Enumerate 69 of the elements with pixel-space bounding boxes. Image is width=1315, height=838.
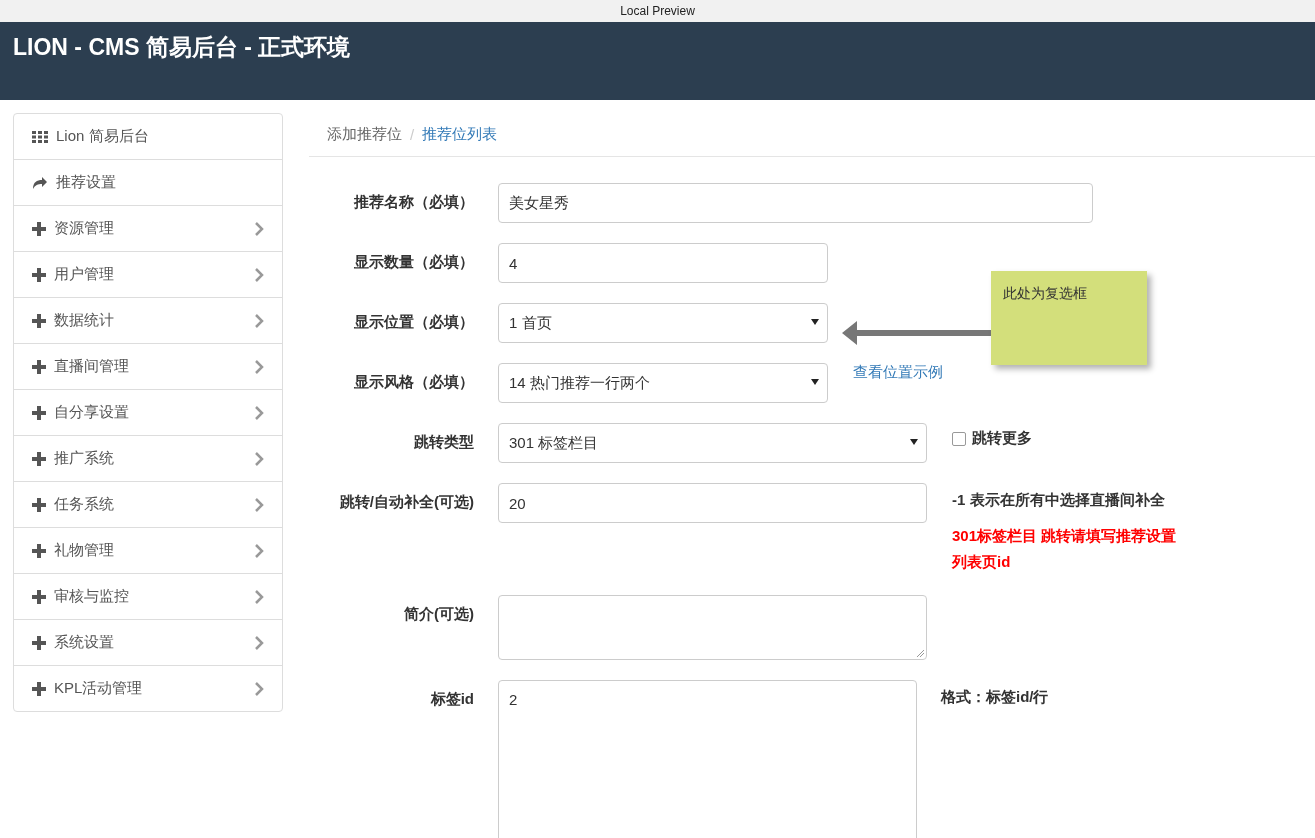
sidebar-item[interactable]: 推荐设置 bbox=[14, 159, 282, 205]
breadcrumb-separator: / bbox=[410, 126, 415, 143]
sidebar-item[interactable]: 任务系统 bbox=[14, 481, 282, 527]
plus-icon bbox=[32, 267, 46, 282]
checkbox-label: 跳转更多 bbox=[972, 429, 1032, 448]
sidebar-item[interactable]: 直播间管理 bbox=[14, 343, 282, 389]
resize-handle-icon bbox=[916, 649, 924, 657]
browser-title: Local Preview bbox=[620, 4, 695, 18]
input-field[interactable]: 4 bbox=[498, 243, 828, 283]
sidebar-item[interactable]: Lion 简易后台 bbox=[14, 114, 282, 159]
field-label: 标签id bbox=[429, 689, 474, 709]
input-field[interactable]: 20 bbox=[498, 483, 927, 523]
chevron-right-icon bbox=[255, 359, 264, 374]
select-field[interactable]: 301 标签栏目 bbox=[498, 423, 927, 463]
chevron-right-icon bbox=[255, 405, 264, 420]
sidebar-item[interactable]: 推广系统 bbox=[14, 435, 282, 481]
field-label: 显示位置（必填） bbox=[353, 312, 474, 332]
sidebar-item[interactable]: 审核与监控 bbox=[14, 573, 282, 619]
checkbox[interactable] bbox=[952, 431, 966, 446]
dropdown-caret-icon bbox=[811, 319, 819, 325]
select-field[interactable]: 1 首页 bbox=[498, 303, 828, 343]
sidebar-item[interactable]: 礼物管理 bbox=[14, 527, 282, 573]
dropdown-caret-icon bbox=[811, 379, 819, 385]
plus-icon bbox=[32, 313, 46, 328]
chevron-right-icon bbox=[255, 635, 264, 650]
chevron-right-icon bbox=[255, 267, 264, 282]
chevron-right-icon bbox=[255, 313, 264, 328]
sidebar-item[interactable]: KPL活动管理 bbox=[14, 665, 282, 711]
warning-text: 301标签栏目 跳转请填写推荐设置列表页id bbox=[952, 526, 1178, 572]
select-field[interactable]: 14 热门推荐一行两个 bbox=[498, 363, 828, 403]
field-label: 推荐名称（必填） bbox=[353, 192, 474, 212]
sidebar-item[interactable]: 系统设置 bbox=[14, 619, 282, 665]
help-text: -1 表示在所有中选择直播间补全 bbox=[952, 490, 1166, 510]
plus-icon bbox=[32, 405, 46, 420]
breadcrumb-link[interactable]: 推荐位列表 bbox=[422, 125, 498, 144]
plus-icon bbox=[32, 681, 46, 696]
chevron-right-icon bbox=[255, 451, 264, 466]
plus-icon bbox=[32, 589, 46, 604]
app-title: LION - CMS 简易后台 - 正式环境 bbox=[13, 33, 352, 62]
sidebar-item[interactable]: 资源管理 bbox=[14, 205, 282, 251]
field-label: 显示数量（必填） bbox=[353, 252, 474, 272]
grid-icon bbox=[32, 130, 48, 143]
sidebar-item[interactable]: 用户管理 bbox=[14, 251, 282, 297]
dropdown-caret-icon bbox=[910, 439, 918, 445]
share-arrow-icon bbox=[32, 175, 48, 190]
field-label: 跳转类型 bbox=[413, 432, 474, 452]
breadcrumb-item: 添加推荐位 bbox=[327, 125, 402, 144]
chevron-right-icon bbox=[255, 681, 264, 696]
plus-icon bbox=[32, 635, 46, 650]
chevron-right-icon bbox=[255, 221, 264, 236]
plus-icon bbox=[32, 359, 46, 374]
field-label: 跳转/自动补全(可选) bbox=[338, 492, 474, 512]
textarea-field[interactable]: 2 bbox=[498, 680, 917, 838]
textarea-field[interactable] bbox=[498, 595, 927, 660]
plus-icon bbox=[32, 221, 46, 236]
sidebar-item[interactable]: 数据统计 bbox=[14, 297, 282, 343]
sticky-note: 此处为复选框 bbox=[991, 271, 1147, 365]
sidebar-item[interactable]: 自分享设置 bbox=[14, 389, 282, 435]
field-label: 简介(可选) bbox=[403, 604, 474, 624]
plus-icon bbox=[32, 451, 46, 466]
chevron-right-icon bbox=[255, 543, 264, 558]
chevron-right-icon bbox=[255, 497, 264, 512]
chevron-right-icon bbox=[255, 589, 264, 604]
plus-icon bbox=[32, 543, 46, 558]
input-field[interactable]: 美女星秀 bbox=[498, 183, 1093, 223]
help-text: 格式：标签id/行 bbox=[941, 687, 1050, 707]
view-example-link[interactable]: 查看位置示例 bbox=[853, 363, 1089, 382]
field-label: 显示风格（必填） bbox=[353, 372, 474, 392]
plus-icon bbox=[32, 497, 46, 512]
